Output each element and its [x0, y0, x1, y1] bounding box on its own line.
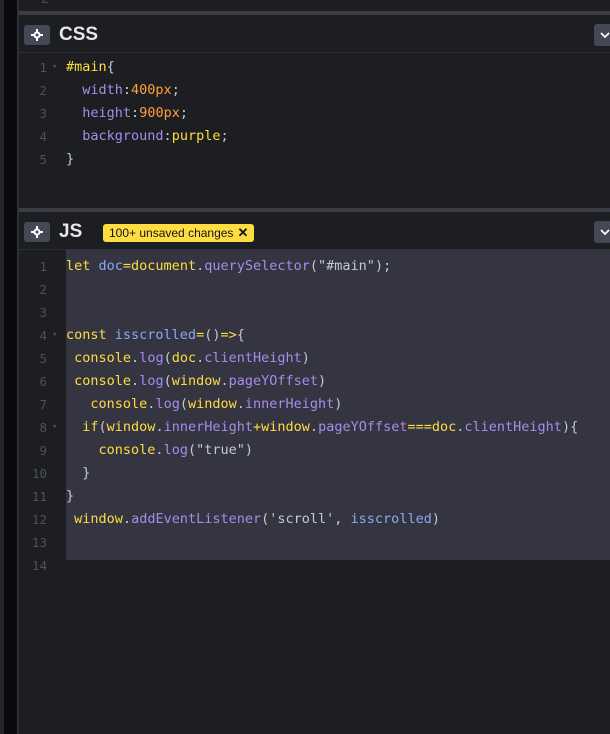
fold-arrow-icon[interactable]: ▾ — [52, 56, 57, 79]
close-icon[interactable]: ✕ — [237, 224, 248, 242]
line-number: 3 — [39, 106, 47, 121]
code-line[interactable]: 2 — [19, 278, 610, 301]
css-settings-button[interactable] — [24, 25, 50, 45]
code-line[interactable]: 1 ▾ #main{ — [19, 56, 610, 79]
line-number: 2 — [41, 0, 49, 8]
code-line[interactable]: 14 — [19, 554, 610, 577]
js-panel-options-button[interactable] — [594, 221, 610, 243]
fold-arrow-icon[interactable]: ▾ — [52, 324, 57, 347]
unsaved-changes-badge[interactable]: 100+ unsaved changes ✕ — [103, 224, 255, 242]
line-number: 1 — [39, 60, 47, 75]
js-panel-header: JS 100+ unsaved changes ✕ — [19, 212, 610, 250]
code-line[interactable]: 5 console.log(doc.clientHeight) — [19, 347, 610, 370]
css-panel-options-button[interactable] — [594, 24, 610, 46]
unsaved-changes-label: 100+ unsaved changes — [109, 226, 234, 240]
code-text: console.log(doc.clientHeight) — [74, 350, 310, 366]
code-text: let doc=document.querySelector("#main"); — [66, 258, 392, 274]
line-number: 13 — [31, 535, 47, 550]
line-number: 4 — [39, 328, 47, 343]
gear-icon — [31, 29, 43, 41]
code-text: } — [66, 151, 75, 167]
code-line[interactable]: 10 } — [19, 462, 610, 485]
code-line[interactable]: 7 console.log(window.innerHeight) — [19, 393, 610, 416]
code-text: background:purple; — [82, 128, 229, 144]
code-line[interactable]: 6 console.log(window.pageYOffset) — [19, 370, 610, 393]
line-number: 5 — [39, 351, 47, 366]
code-line[interactable]: 3 — [19, 301, 610, 324]
code-line[interactable]: 4 background:purple; — [19, 125, 610, 148]
code-text: window.addEventListener('scroll', isscro… — [74, 511, 440, 527]
code-text: } — [66, 488, 75, 504]
code-line[interactable]: 12 window.addEventListener('scroll', iss… — [19, 508, 610, 531]
line-number: 7 — [39, 397, 47, 412]
chevron-down-icon — [600, 32, 610, 38]
code-text: console.log("true") — [98, 442, 254, 458]
line-number: 10 — [31, 466, 47, 481]
html-editor-tail: 2 — [19, 0, 610, 11]
left-edge — [0, 0, 4, 734]
line-number: 2 — [39, 282, 47, 297]
code-line[interactable]: 5} — [19, 148, 610, 171]
code-line[interactable]: 13 — [19, 531, 610, 554]
line-number: 11 — [31, 489, 47, 504]
js-panel-title: JS — [59, 221, 83, 242]
code-line[interactable]: 2 width:400px; — [19, 79, 610, 102]
line-number: 3 — [39, 305, 47, 320]
code-text: const isscrolled=()=>{ — [66, 327, 245, 343]
line-number: 4 — [39, 129, 47, 144]
code-line[interactable]: 11} — [19, 485, 610, 508]
code-text: if(window.innerHeight+window.pageYOffset… — [82, 419, 579, 435]
line-number: 6 — [39, 374, 47, 389]
line-number: 12 — [31, 512, 47, 527]
code-line[interactable]: 1 let doc=document.querySelector("#main")… — [19, 255, 610, 278]
code-text: height:900px; — [82, 105, 188, 121]
code-line[interactable]: 9 console.log("true") — [19, 439, 610, 462]
line-number: 9 — [39, 443, 47, 458]
code-text: console.log(window.pageYOffset) — [74, 373, 327, 389]
css-code-editor[interactable]: 1 ▾ #main{2 width:400px; 3 height:900px; 4 b… — [19, 53, 610, 208]
code-text: console.log(window.innerHeight) — [90, 396, 343, 412]
line-number: 5 — [39, 152, 47, 167]
fold-arrow-icon[interactable]: ▾ — [52, 416, 57, 439]
css-panel-header: CSS — [19, 15, 610, 53]
code-line[interactable]: 4 ▾ const isscrolled=()=>{ — [19, 324, 610, 347]
chevron-down-icon — [600, 229, 610, 235]
code-line[interactable]: 8 ▾ if(window.innerHeight+window.pageYOff… — [19, 416, 610, 439]
code-line[interactable]: 3 height:900px; — [19, 102, 610, 125]
left-resize-strip[interactable] — [0, 0, 19, 734]
code-text: width:400px; — [82, 82, 180, 98]
js-code-editor[interactable]: 1 let doc=document.querySelector("#main")… — [19, 249, 610, 734]
line-number: 1 — [39, 259, 47, 274]
line-number: 2 — [39, 83, 47, 98]
code-text: } — [66, 465, 91, 481]
js-settings-button[interactable] — [24, 222, 50, 242]
css-panel-title: CSS — [59, 24, 99, 45]
gear-icon — [31, 226, 43, 238]
line-number: 14 — [31, 558, 47, 573]
code-text: #main{ — [66, 59, 115, 75]
line-number: 8 — [39, 420, 47, 435]
